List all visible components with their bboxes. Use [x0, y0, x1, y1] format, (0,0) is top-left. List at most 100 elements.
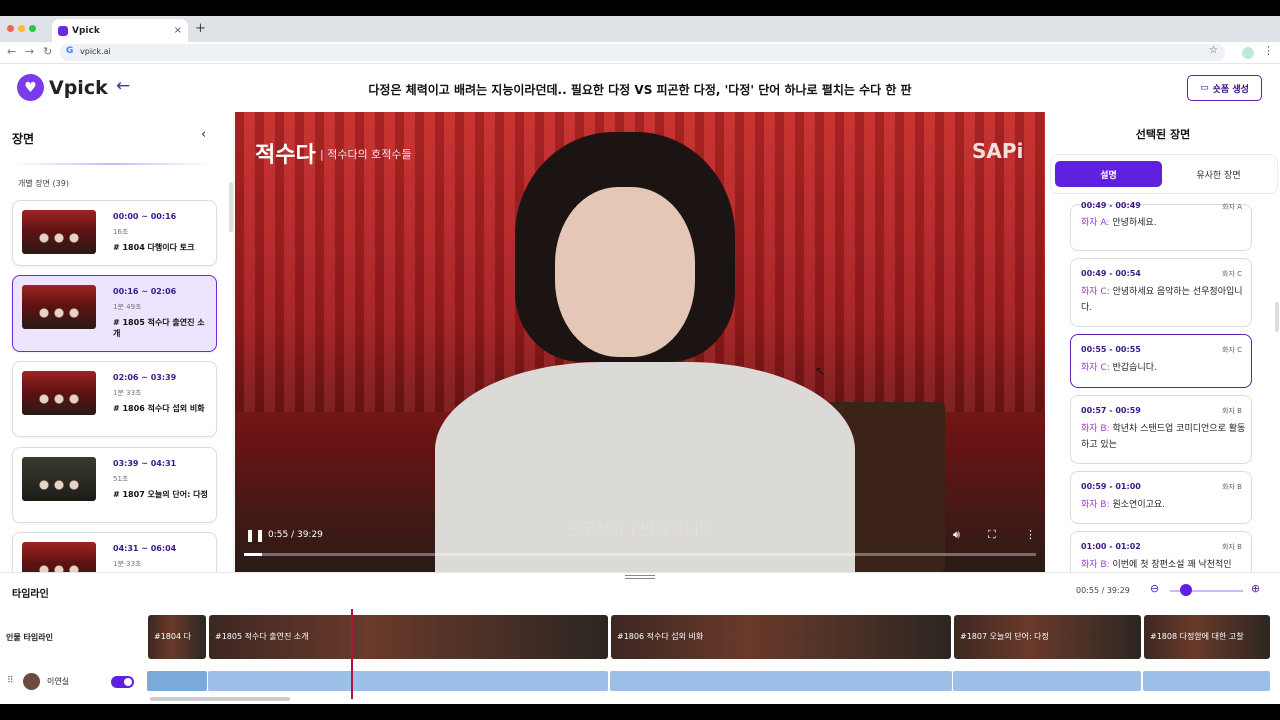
- scene-card[interactable]: 00:00 ~ 00:16 16초 # 1804 다행이다 토크: [12, 200, 217, 266]
- pause-icon[interactable]: ❚❚: [245, 528, 265, 542]
- tab-title: Vpick: [72, 25, 100, 36]
- timeline-title: 타임라인: [12, 589, 49, 600]
- forward-arrow-icon[interactable]: →: [25, 45, 34, 58]
- transcript-card-selected[interactable]: 00:55 - 00:55 화자 C 화자 C: 반갑습니다.: [1070, 334, 1252, 388]
- scrollbar[interactable]: [1275, 302, 1279, 332]
- tab-similar-scenes[interactable]: 유사한 장면: [1165, 161, 1272, 187]
- person-name: 이연실: [47, 677, 70, 686]
- drag-handle-icon[interactable]: ⠿: [7, 676, 14, 686]
- scene-card[interactable]: 04:31 ~ 06:04 1분 33초: [12, 532, 217, 572]
- scene-duration: 1분 33초: [113, 560, 142, 568]
- fullscreen-icon[interactable]: ⛶: [988, 528, 996, 542]
- google-icon: G: [66, 46, 74, 56]
- minimize-window-button[interactable]: [18, 25, 25, 32]
- scene-time: 00:16 ~ 02:06: [113, 287, 177, 296]
- video-progress-bar[interactable]: [244, 553, 1036, 556]
- zoom-slider-handle[interactable]: [1180, 584, 1192, 596]
- scene-name: # 1804 다행이다 토크: [113, 243, 195, 252]
- scene-card[interactable]: 03:39 ~ 04:31 51초 # 1807 오늘의 단어: 다정: [12, 447, 217, 523]
- bookmark-star-icon[interactable]: ☆: [1209, 45, 1218, 56]
- collapse-chevron-icon[interactable]: ‹: [201, 127, 206, 142]
- timeline-panel: 타임라인 00:55 / 39:29 ⊖ ⊕ 인물 타임라인 #1804 다 #…: [0, 572, 1280, 704]
- scene-time: 00:00 ~ 00:16: [113, 212, 177, 221]
- scene-thumbnail: [22, 285, 96, 329]
- selected-scene-panel: 선택된 장면 설명 유사한 장면 00:49 - 00:49 화자 A 화자 A…: [1046, 112, 1280, 572]
- transcript-time: 00:59 - 01:00: [1081, 482, 1141, 491]
- timeline-clip[interactable]: #1806 적수다 섭외 비화: [611, 615, 951, 659]
- video-caption: 선우정아 | 반갑습니다: [565, 520, 715, 539]
- person-segment[interactable]: [1143, 671, 1270, 691]
- transcript-text: 화자 A: 안녕하세요.: [1081, 218, 1157, 228]
- transcript-speaker: 화자 C: [1222, 346, 1242, 354]
- person-segment[interactable]: [610, 671, 952, 691]
- tab-description[interactable]: 설명: [1055, 161, 1162, 187]
- back-arrow-icon[interactable]: ←: [116, 76, 130, 96]
- logo-text: Vpick: [49, 76, 108, 99]
- person-segment[interactable]: [953, 671, 1141, 691]
- browser-menu-icon[interactable]: ⋮: [1263, 44, 1274, 57]
- new-tab-button[interactable]: +: [195, 21, 206, 36]
- reload-icon[interactable]: ↻: [43, 45, 52, 58]
- scene-card-selected[interactable]: 00:16 ~ 02:06 1분 49초 # 1805 적수다 출연진 소개: [12, 275, 217, 352]
- timeline-clip[interactable]: #1805 적수다 출연진 소개: [209, 615, 608, 659]
- transcript-text: 화자 B: 원소연이고요.: [1081, 500, 1166, 510]
- browser-toolbar: ← → ↻ G vpick.ai ☆ ⋮: [0, 42, 1280, 64]
- scenes-panel: 장면 ‹ 개별 장면 (39) 00:00 ~ 00:16 16초 # 1804…: [0, 112, 234, 572]
- scene-thumbnail: [22, 210, 96, 254]
- avatar: [23, 673, 40, 690]
- transcript-speaker: 화자 C: [1222, 270, 1242, 278]
- timeline-playhead[interactable]: [351, 609, 353, 699]
- transcript-card[interactable]: 00:59 - 01:00 화자 B 화자 B: 원소연이고요.: [1070, 471, 1252, 524]
- profile-avatar[interactable]: [1242, 47, 1254, 59]
- timeline-clip[interactable]: #1808 다정함에 대한 고찰: [1144, 615, 1270, 659]
- transcript-text: 화자 B: 학년차 스탠드업 코미디언으로 활동하고 있는: [1081, 424, 1246, 450]
- transcript-card[interactable]: 00:57 - 00:59 화자 B 화자 B: 학년차 스탠드업 코미디언으로…: [1070, 395, 1252, 464]
- timeline-clip[interactable]: #1807 오늘의 단어: 다정: [954, 615, 1141, 659]
- zoom-out-icon[interactable]: ⊖: [1150, 582, 1159, 595]
- browser-tabbar: Vpick × +: [0, 16, 1280, 42]
- transcript-card[interactable]: 00:49 - 00:54 화자 C 화자 C: 안녕하세요 음악하는 선우정아…: [1070, 258, 1252, 327]
- transcript-speaker: 화자 B: [1222, 543, 1242, 551]
- scene-thumbnail: [22, 457, 96, 501]
- transcript-card[interactable]: 00:49 - 00:49 화자 A 화자 A: 안녕하세요.: [1070, 201, 1252, 251]
- maximize-window-button[interactable]: [29, 25, 36, 32]
- vpick-logo[interactable]: ♥ Vpick: [17, 74, 108, 101]
- video-time: 0:55 / 39:29: [268, 530, 323, 540]
- back-arrow-icon[interactable]: ←: [7, 45, 16, 58]
- address-bar[interactable]: G vpick.ai ☆: [60, 44, 1225, 61]
- channel-logo: 적수다: [255, 143, 316, 168]
- scene-name: # 1805 적수다 출연진 소개: [113, 318, 205, 338]
- favicon-icon: [58, 25, 68, 36]
- horizontal-scrollbar[interactable]: [150, 697, 290, 701]
- close-tab-icon[interactable]: ×: [174, 25, 182, 36]
- create-shorts-button[interactable]: ▭ 숏폼 생성: [1187, 75, 1262, 101]
- channel-subtitle: | 적수다의 호적수들: [320, 148, 412, 161]
- resize-handle[interactable]: [625, 575, 655, 579]
- transcript-speaker: 화자 B: [1222, 407, 1242, 415]
- person-timeline-label: 인물 타임라인: [6, 633, 53, 642]
- scene-time: 03:39 ~ 04:31: [113, 459, 177, 468]
- timeline-clip[interactable]: #1804 다: [148, 615, 206, 659]
- person-segment[interactable]: [147, 671, 207, 691]
- scene-thumbnail: [22, 371, 96, 415]
- transcript-card[interactable]: 01:00 - 01:02 화자 B 화자 B: 이번에 첫 장편소설 꽤 낙천…: [1070, 531, 1252, 572]
- mouse-cursor-icon: ↖: [815, 364, 826, 378]
- scene-duration: 1분 49초: [113, 303, 142, 311]
- volume-icon[interactable]: 🔊︎: [953, 528, 960, 542]
- scene-card[interactable]: 02:06 ~ 03:39 1분 33초 # 1806 적수다 섭외 비화: [12, 361, 217, 437]
- person-segment[interactable]: [208, 671, 608, 691]
- close-window-button[interactable]: [7, 25, 14, 32]
- scrollbar[interactable]: [229, 182, 233, 232]
- scene-duration: 16초: [113, 228, 129, 236]
- person-visibility-toggle[interactable]: [111, 676, 134, 688]
- zoom-in-icon[interactable]: ⊕: [1251, 582, 1260, 595]
- heart-logo-icon: ♥: [17, 74, 44, 101]
- film-icon: ▭: [1200, 83, 1209, 93]
- browser-tab[interactable]: Vpick ×: [52, 19, 188, 42]
- more-options-icon[interactable]: ⋮: [1025, 528, 1036, 541]
- page-title: 다정은 체력이고 배려는 지능이라던데.. 필요한 다정 VS 피곤한 다정, …: [368, 83, 912, 97]
- scene-count: 개별 장면 (39): [18, 179, 69, 188]
- scene-thumbnail: [22, 542, 96, 572]
- video-player[interactable]: 적수다 | 적수다의 호적수들 SAPi 선우정아 | 반갑습니다 ↖ ❚❚ 0…: [235, 112, 1045, 572]
- timeline-time: 00:55 / 39:29: [1076, 586, 1130, 595]
